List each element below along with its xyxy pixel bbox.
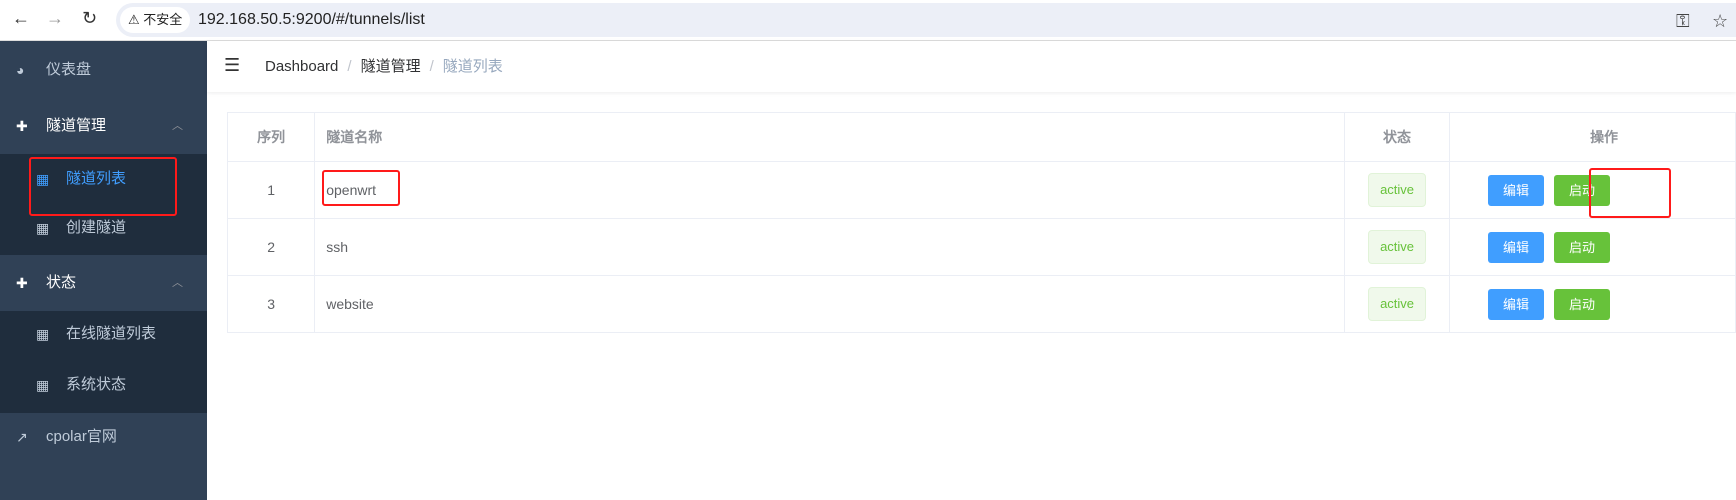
sidebar-item-tunnel-mgmt[interactable]: ✚ 隧道管理 ︿ — [0, 98, 207, 154]
status-badge: active — [1368, 287, 1427, 321]
separator: / — [429, 58, 434, 75]
start-button[interactable]: 启动 — [1554, 288, 1611, 320]
address-bar[interactable]: ⚠ 不安全 192.168.50.5:9200/#/tunnels/list ⚿… — [116, 3, 1736, 37]
cell-name: website — [314, 275, 1346, 333]
table-row: 3 website active 编辑 启动 — [226, 275, 1736, 333]
star-icon[interactable]: ☆ — [1712, 11, 1728, 32]
edit-button[interactable]: 编辑 — [1488, 231, 1545, 263]
grid-icon: ▦ — [36, 377, 50, 393]
grid-icon: ▦ — [36, 326, 50, 342]
status-badge: active — [1368, 230, 1427, 264]
annotation-box-name — [322, 170, 400, 206]
insecure-label: 不安全 — [143, 12, 183, 27]
hamburger-icon[interactable]: ☰ — [224, 55, 240, 76]
cell-name: openwrt — [314, 161, 1346, 219]
label: cpolar官网 — [46, 428, 117, 445]
cell-name: ssh — [314, 218, 1346, 276]
edit-button[interactable]: 编辑 — [1488, 288, 1545, 320]
breadcrumb-current: 隧道列表 — [442, 58, 503, 75]
chevron-up-icon: ︿ — [172, 120, 183, 132]
sidebar-item-dashboard[interactable]: ◕ 仪表盘 — [0, 42, 207, 98]
breadcrumb-dashboard[interactable]: Dashboard — [265, 58, 338, 75]
security-chip[interactable]: ⚠ 不安全 — [120, 7, 191, 33]
status-badge: active — [1368, 173, 1427, 207]
navbar: ☰ Dashboard / 隧道管理 / 隧道列表 — [207, 41, 1736, 92]
back-icon[interactable]: ← — [12, 8, 30, 29]
tunnel-table: 序列 隧道名称 状态 操作 1 openwrt active 编辑 启动 2 ss… — [226, 112, 1736, 333]
browser-toolbar: ← → ↻ ⚠ 不安全 192.168.50.5:9200/#/tunnels/… — [0, 0, 1736, 41]
sidebar: ◕ 仪表盘 ✚ 隧道管理 ︿ ▦ 隧道列表 ▦ 创建隧道 ✚ 状态 ︿ ▦ 在线隧道列表 ▦ 系统… — [0, 41, 207, 500]
dashboard-icon: ◕ — [16, 62, 25, 78]
label: 仪表盘 — [46, 61, 92, 78]
col-index: 序列 — [226, 112, 316, 162]
col-actions: 操作 — [1449, 112, 1736, 162]
sidebar-item-system-status[interactable]: ▦ 系统状态 — [0, 357, 207, 413]
label: 状态 — [46, 274, 77, 291]
cell-index: 1 — [226, 161, 316, 219]
edit-button[interactable]: 编辑 — [1488, 174, 1545, 206]
label: 隧道管理 — [46, 117, 107, 134]
external-link-icon: ↗ — [16, 429, 28, 445]
url-text[interactable]: 192.168.50.5:9200/#/tunnels/list — [198, 3, 425, 37]
sidebar-item-status[interactable]: ✚ 状态 ︿ — [0, 255, 207, 311]
table-header: 序列 隧道名称 状态 操作 — [226, 112, 1736, 162]
start-button[interactable]: 启动 — [1554, 231, 1611, 263]
forward-icon[interactable]: → — [46, 8, 64, 29]
cell-index: 3 — [226, 275, 316, 333]
label: 系统状态 — [66, 376, 127, 393]
reload-icon[interactable]: ↻ — [82, 8, 97, 29]
plus-circle-icon: ✚ — [16, 118, 28, 134]
submenu-status: ▦ 在线隧道列表 ▦ 系统状态 — [0, 311, 207, 413]
breadcrumb-tunnel-mgmt[interactable]: 隧道管理 — [361, 58, 421, 75]
col-status: 状态 — [1344, 112, 1451, 162]
breadcrumb: Dashboard / 隧道管理 / 隧道列表 — [265, 41, 503, 92]
annotation-box-edit — [1589, 168, 1671, 218]
label: 在线隧道列表 — [66, 325, 157, 342]
key-icon[interactable]: ⚿ — [1676, 11, 1690, 32]
cell-index: 2 — [226, 218, 316, 276]
annotation-box-sidebar — [29, 157, 177, 216]
separator: / — [347, 58, 352, 75]
chevron-up-icon: ︿ — [172, 277, 183, 289]
col-name: 隧道名称 — [314, 112, 1346, 162]
table-row: 2 ssh active 编辑 启动 — [226, 218, 1736, 276]
sidebar-item-cpolar-site[interactable]: ↗ cpolar官网 — [0, 409, 207, 465]
sidebar-item-online-tunnels[interactable]: ▦ 在线隧道列表 — [0, 306, 207, 362]
plus-circle-icon: ✚ — [16, 275, 28, 291]
table-row: 1 openwrt active 编辑 启动 — [226, 161, 1736, 219]
